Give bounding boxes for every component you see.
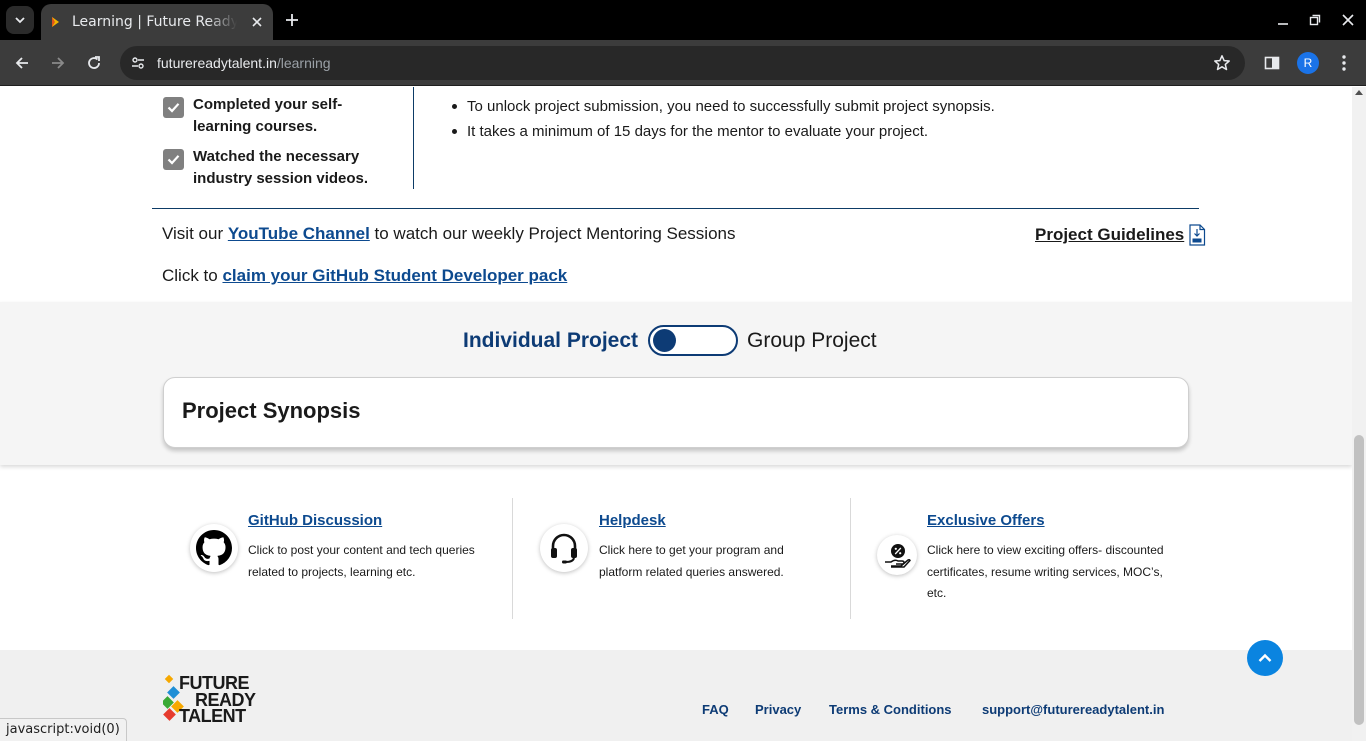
visit-suffix: to watch our weekly Project Mentoring Se… xyxy=(369,224,736,243)
pdf-download-icon xyxy=(1189,224,1206,246)
exclusive-offers-desc: Click here to view exciting offers- disc… xyxy=(927,543,1164,600)
youtube-channel-link[interactable]: YouTube Channel xyxy=(228,224,370,243)
github-logo xyxy=(196,530,232,566)
discount-hand-icon xyxy=(885,544,911,568)
back-button[interactable] xyxy=(10,51,34,75)
checklist-label: Completed your self-learning courses. xyxy=(193,96,343,135)
checkmark-icon xyxy=(167,155,180,165)
page-scrollbar[interactable] xyxy=(1352,87,1366,741)
github-discussion-desc: Click to post your content and tech quer… xyxy=(248,543,475,579)
helpdesk-desc: Click here to get your program and platf… xyxy=(599,543,784,579)
browser-menu-button[interactable] xyxy=(1332,51,1356,75)
github-icon xyxy=(190,524,238,572)
horizontal-divider xyxy=(152,208,1199,209)
address-bar[interactable]: futurereadytalent.in/learning xyxy=(120,46,1245,80)
project-notes-list: To unlock project submission, you need t… xyxy=(448,94,995,144)
checkbox-checked[interactable] xyxy=(163,149,184,170)
star-icon xyxy=(1214,55,1230,71)
checklist-label: Watched the necessary industry session v… xyxy=(193,148,369,187)
scroll-up-arrow-icon[interactable] xyxy=(1355,90,1363,95)
browser-tab-active[interactable]: Learning | Future Ready Talent xyxy=(41,4,273,40)
tune-icon xyxy=(132,57,144,69)
project-type-toggle-row: Individual Project Group Project xyxy=(463,325,877,356)
logo-word-talent: TALENT xyxy=(179,706,246,726)
browser-toolbar: futurereadytalent.in/learning R xyxy=(0,40,1366,86)
url-path: /learning xyxy=(276,55,331,71)
footer-link-support-email[interactable]: support@futurereadytalent.in xyxy=(982,702,1164,717)
tab-title: Learning | Future Ready Talent xyxy=(72,12,237,32)
scroll-to-top-button[interactable] xyxy=(1247,640,1283,676)
minimize-icon xyxy=(1278,23,1288,25)
profile-avatar[interactable]: R xyxy=(1297,52,1319,74)
page-viewport: Completed your self-learning courses. Wa… xyxy=(0,87,1352,741)
github-pack-text: Click to claim your GitHub Student Devel… xyxy=(162,265,567,287)
column-divider xyxy=(850,498,851,619)
list-item: It takes a minimum of 15 days for the me… xyxy=(448,119,995,144)
github-discussion-link[interactable]: GitHub Discussion xyxy=(248,512,382,529)
url-domain: futurereadytalent.in xyxy=(157,55,277,71)
toggle-knob xyxy=(653,329,677,352)
project-type-toggle[interactable] xyxy=(648,325,739,356)
group-project-label[interactable]: Group Project xyxy=(747,329,877,353)
close-window-button[interactable] xyxy=(1338,10,1358,30)
close-icon xyxy=(1342,14,1354,26)
plus-icon xyxy=(286,14,298,26)
checkmark-icon xyxy=(167,103,180,113)
future-ready-talent-logo[interactable]: FUTURE READY TALENT xyxy=(163,673,258,726)
scrollbar-thumb[interactable] xyxy=(1354,435,1364,725)
youtube-visit-text: Visit our YouTube Channel to watch our w… xyxy=(162,223,735,245)
side-panel-button[interactable] xyxy=(1260,51,1284,75)
url-text: futurereadytalent.in/learning xyxy=(157,53,331,73)
checkbox-checked[interactable] xyxy=(163,97,184,118)
footer-link-terms[interactable]: Terms & Conditions xyxy=(829,702,952,717)
visit-prefix: Visit our xyxy=(162,224,228,243)
reload-icon xyxy=(88,56,100,69)
browser-tab-bar: Learning | Future Ready Talent xyxy=(0,0,1366,40)
footer: FUTURE READY TALENT FAQ Privacy Terms & … xyxy=(0,650,1352,741)
forward-button[interactable] xyxy=(46,51,70,75)
exclusive-offers-link[interactable]: Exclusive Offers xyxy=(927,512,1045,529)
chevron-up-icon xyxy=(1258,653,1272,662)
synopsis-title: Project Synopsis xyxy=(182,398,361,423)
site-info-button[interactable] xyxy=(129,54,147,72)
project-guidelines-label: Project Guidelines xyxy=(1035,225,1185,244)
project-section: Individual Project Group Project Project… xyxy=(0,302,1352,465)
github-pack-link[interactable]: claim your GitHub Student Developer pack xyxy=(222,266,567,285)
headset-glyph xyxy=(551,533,577,564)
headset-icon xyxy=(540,524,588,572)
project-synopsis-card[interactable]: Project Synopsis xyxy=(163,377,1189,448)
favicon-icon xyxy=(52,17,59,27)
individual-project-label[interactable]: Individual Project xyxy=(463,329,638,353)
new-tab-button[interactable] xyxy=(281,9,303,31)
footer-link-faq[interactable]: FAQ xyxy=(702,702,729,717)
bookmark-button[interactable] xyxy=(1212,53,1232,73)
claim-prefix: Click to xyxy=(162,266,223,285)
helpdesk-link[interactable]: Helpdesk xyxy=(599,512,666,529)
checklist-item: Watched the necessary industry session v… xyxy=(163,146,383,190)
restore-icon xyxy=(1309,14,1321,26)
kebab-menu-icon xyxy=(1342,55,1346,71)
reload-button[interactable] xyxy=(82,51,106,75)
link-status-bubble: javascript:void(0) xyxy=(0,718,127,741)
arrow-left-icon xyxy=(15,57,28,69)
close-icon xyxy=(252,17,262,27)
side-panel-icon xyxy=(1264,56,1280,70)
tab-search-button[interactable] xyxy=(6,6,34,34)
section-divider xyxy=(413,87,414,189)
tab-close-button[interactable] xyxy=(247,12,267,32)
arrow-right-icon xyxy=(52,57,65,69)
chevron-down-icon xyxy=(15,17,25,24)
minimize-button[interactable] xyxy=(1273,10,1293,30)
maximize-button[interactable] xyxy=(1305,10,1325,30)
column-divider xyxy=(512,498,513,619)
offer-icon xyxy=(877,535,917,575)
logo-word-future: FUTURE xyxy=(179,673,250,693)
footer-link-privacy[interactable]: Privacy xyxy=(755,702,801,717)
project-guidelines-link[interactable]: Project Guidelines xyxy=(1035,224,1206,246)
list-item: To unlock project submission, you need t… xyxy=(448,94,995,119)
checklist-item: Completed your self-learning courses. xyxy=(163,94,383,138)
